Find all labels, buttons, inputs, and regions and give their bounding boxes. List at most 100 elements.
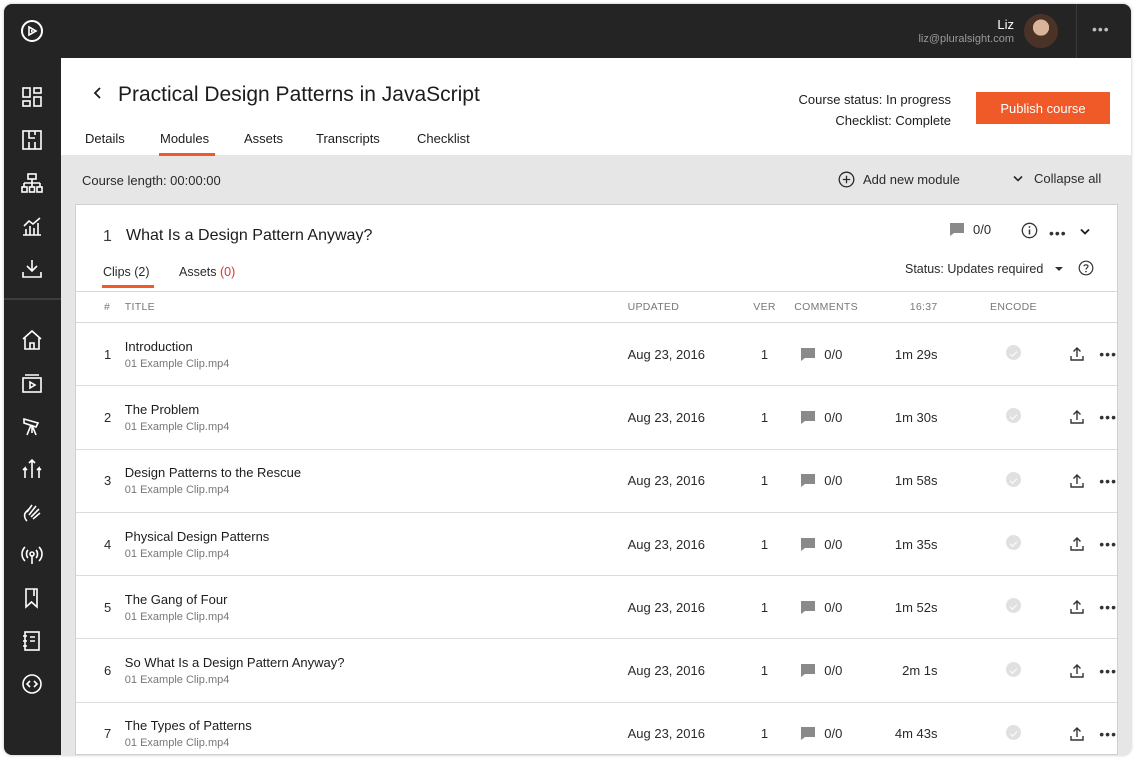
- upload-icon[interactable]: [1069, 599, 1085, 615]
- clip-title-cell: Design Patterns to the Rescue 01 Example…: [125, 449, 628, 512]
- clip-comments-cell[interactable]: 0/0: [794, 512, 884, 575]
- row-more-icon[interactable]: •••: [1099, 663, 1117, 679]
- module-more-icon[interactable]: •••: [1049, 225, 1067, 241]
- hand-icon[interactable]: [21, 501, 43, 523]
- table-row[interactable]: 5 The Gang of Four 01 Example Clip.mp4 A…: [76, 576, 1117, 639]
- clip-filename: 01 Example Clip.mp4: [124, 484, 230, 497]
- upload-icon[interactable]: [1069, 473, 1085, 489]
- collapse-module-icon[interactable]: [1079, 224, 1091, 242]
- clip-length: 2m 1s: [902, 663, 938, 679]
- clip-updated: Aug 23, 2016: [627, 473, 705, 489]
- upload-icon[interactable]: [1069, 663, 1085, 679]
- col-version[interactable]: VER: [734, 291, 795, 323]
- tab-details[interactable]: Details: [85, 131, 125, 146]
- table-row[interactable]: 6 So What Is a Design Pattern Anyway? 01…: [76, 639, 1117, 703]
- table-row[interactable]: 2 The Problem 01 Example Clip.mp4 Aug 23…: [76, 386, 1117, 450]
- clip-encode-cell: [980, 386, 1048, 449]
- user-name: Liz: [997, 17, 1014, 32]
- clip-title[interactable]: Introduction: [125, 339, 628, 354]
- col-encode[interactable]: ENCODE: [979, 291, 1048, 323]
- row-more-icon[interactable]: •••: [1099, 346, 1117, 362]
- upload-icon[interactable]: [1069, 726, 1085, 742]
- pluralsight-logo-icon[interactable]: [21, 20, 43, 42]
- video-library-icon[interactable]: [21, 372, 43, 394]
- telescope-icon[interactable]: [21, 415, 43, 437]
- info-icon[interactable]: [1021, 222, 1038, 244]
- add-module-button[interactable]: Add new module: [838, 171, 960, 188]
- code-icon[interactable]: [21, 673, 43, 695]
- col-length[interactable]: 16:37: [883, 291, 980, 323]
- publish-course-button[interactable]: Publish course: [976, 92, 1110, 124]
- clip-number: 5: [104, 599, 112, 615]
- tab-module-assets[interactable]: Assets (0): [179, 265, 235, 279]
- org-chart-icon[interactable]: [21, 172, 43, 194]
- tab-modules[interactable]: Modules: [158, 131, 216, 156]
- row-more-icon[interactable]: •••: [1099, 409, 1117, 425]
- col-comments[interactable]: COMMENTS: [794, 291, 884, 323]
- table-row[interactable]: 3 Design Patterns to the Rescue 01 Examp…: [76, 449, 1117, 513]
- comment-icon: [801, 664, 816, 678]
- clip-actions-cell: •••: [1047, 702, 1117, 755]
- status-dropdown[interactable]: Status: Updates required: [905, 262, 1065, 276]
- bookmark-icon[interactable]: [21, 587, 43, 609]
- upload-icon[interactable]: [1069, 536, 1085, 552]
- clip-title[interactable]: So What Is a Design Pattern Anyway?: [125, 655, 628, 670]
- avatar[interactable]: [1024, 14, 1058, 48]
- help-icon[interactable]: [1078, 260, 1094, 281]
- clip-comments-cell[interactable]: 0/0: [794, 323, 884, 386]
- upload-icon[interactable]: [1069, 409, 1085, 425]
- module-toolbar: Course length: 00:00:00 Add new module C…: [61, 155, 1131, 201]
- clip-comments-cell[interactable]: 0/0: [794, 386, 884, 449]
- blueprint-icon[interactable]: [21, 129, 43, 151]
- row-more-icon[interactable]: •••: [1099, 473, 1117, 489]
- clip-actions-cell: •••: [1047, 512, 1117, 575]
- col-title[interactable]: TITLE: [124, 291, 628, 323]
- collapse-all-button[interactable]: Collapse all: [1012, 171, 1101, 186]
- tab-clips[interactable]: Clips (2): [102, 265, 154, 288]
- clip-encode-cell: [980, 323, 1048, 386]
- clip-actions-cell: •••: [1047, 639, 1117, 702]
- split-arrows-icon[interactable]: [21, 458, 43, 480]
- row-more-icon[interactable]: •••: [1099, 599, 1117, 615]
- dashboard-icon[interactable]: [21, 86, 43, 108]
- table-row[interactable]: 1 Introduction 01 Example Clip.mp4 Aug 2…: [76, 323, 1117, 386]
- clip-title[interactable]: Physical Design Patterns: [125, 529, 628, 544]
- tab-checklist[interactable]: Checklist: [417, 131, 470, 146]
- col-updated[interactable]: UPDATED: [627, 291, 735, 323]
- home-icon[interactable]: [21, 329, 43, 351]
- broadcast-icon[interactable]: [21, 544, 43, 566]
- clip-comments-cell[interactable]: 0/0: [794, 702, 884, 755]
- module-comments[interactable]: 0/0: [949, 222, 991, 237]
- table-header-row: # TITLE UPDATED VER COMMENTS 16:37 ENCOD…: [76, 291, 1117, 323]
- clip-title-cell: The Problem 01 Example Clip.mp4: [125, 386, 628, 449]
- row-more-icon[interactable]: •••: [1099, 726, 1117, 742]
- clip-title[interactable]: The Types of Patterns: [125, 718, 628, 733]
- clips-table: # TITLE UPDATED VER COMMENTS 16:37 ENCOD…: [76, 291, 1117, 755]
- analytics-icon[interactable]: [21, 215, 43, 237]
- row-more-icon[interactable]: •••: [1099, 536, 1117, 552]
- clip-version: 1: [760, 663, 769, 679]
- notebook-icon[interactable]: [21, 630, 43, 652]
- upload-icon[interactable]: [1069, 346, 1085, 362]
- tab-assets[interactable]: Assets: [244, 131, 283, 146]
- clip-comments-cell[interactable]: 0/0: [794, 576, 884, 639]
- back-icon[interactable]: [92, 86, 104, 105]
- clip-number: 1: [104, 346, 112, 362]
- sidebar-divider: [4, 298, 61, 300]
- clip-number: 4: [104, 536, 112, 552]
- clip-number: 3: [104, 473, 112, 489]
- clip-title[interactable]: The Problem: [125, 402, 628, 417]
- clip-comments-cell[interactable]: 0/0: [794, 449, 884, 512]
- clip-title[interactable]: Design Patterns to the Rescue: [125, 465, 628, 480]
- clip-title[interactable]: The Gang of Four: [125, 592, 628, 607]
- more-icon[interactable]: •••: [1092, 21, 1110, 37]
- table-row[interactable]: 4 Physical Design Patterns 01 Example Cl…: [76, 512, 1117, 576]
- encode-check-icon: [1005, 408, 1021, 424]
- tab-transcripts[interactable]: Transcripts: [316, 131, 380, 146]
- clip-number: 2: [104, 409, 112, 425]
- clip-updated: Aug 23, 2016: [627, 536, 705, 552]
- clip-comments-cell[interactable]: 0/0: [794, 639, 884, 702]
- table-row[interactable]: 7 The Types of Patterns 01 Example Clip.…: [76, 702, 1117, 755]
- download-icon[interactable]: [21, 258, 43, 280]
- course-length: Course length: 00:00:00: [82, 173, 221, 188]
